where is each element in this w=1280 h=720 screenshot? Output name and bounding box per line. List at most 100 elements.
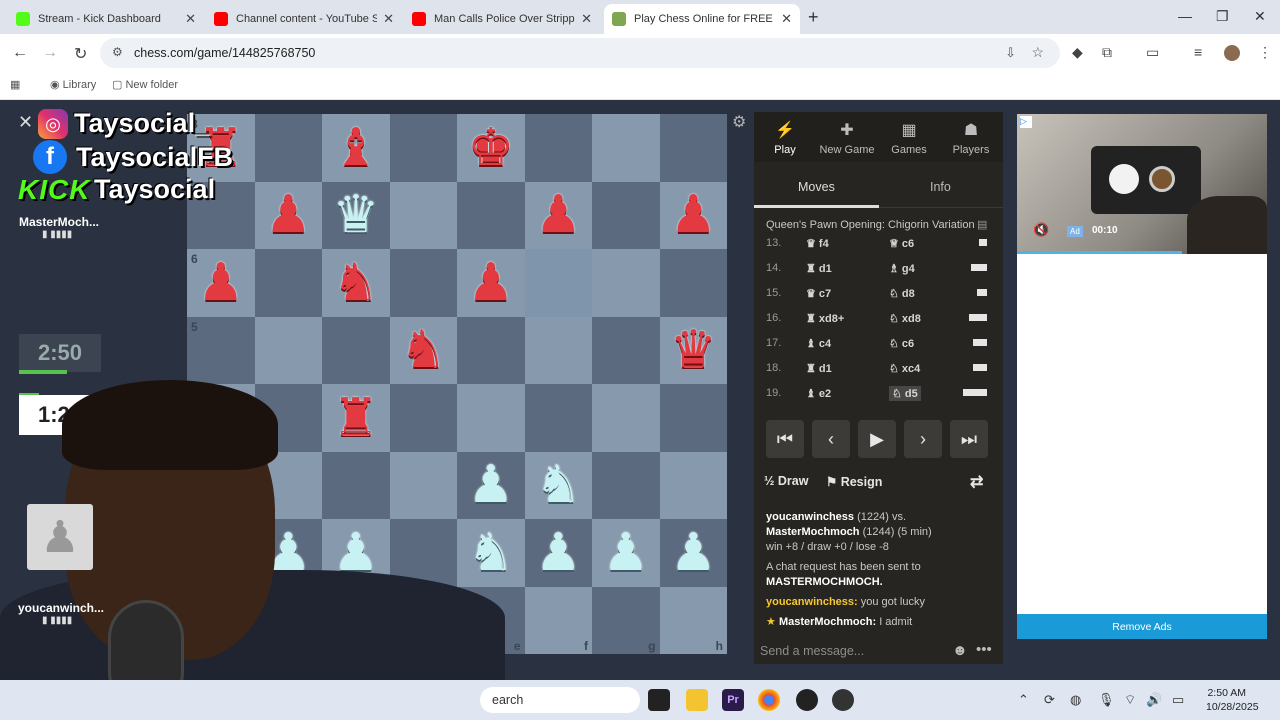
black-move[interactable]: ♕ c6	[889, 237, 914, 250]
book-icon[interactable]: ▤	[977, 218, 987, 231]
tab-youtube-video[interactable]: Man Calls Police Over Strippers ✕	[404, 4, 600, 34]
board-square[interactable]: ♛	[659, 316, 727, 384]
media-icon[interactable]: ≡	[1194, 44, 1202, 60]
white-move[interactable]: ♜ d1	[806, 362, 832, 375]
last-move-button[interactable]: ⏭	[950, 420, 988, 458]
board-square[interactable]	[389, 114, 457, 182]
battery-icon[interactable]: ▭	[1172, 692, 1184, 708]
star-icon[interactable]: ☆	[1031, 44, 1044, 61]
menu-icon[interactable]: ⋮	[1258, 44, 1272, 61]
bottom-player-name[interactable]: youcanwinch...	[18, 601, 104, 615]
obs-icon[interactable]	[796, 689, 818, 711]
black-pawn-icon[interactable]: ♟	[535, 189, 582, 241]
board-square[interactable]	[457, 316, 525, 384]
board-square[interactable]	[592, 316, 660, 384]
board-square[interactable]	[592, 181, 660, 249]
url-box[interactable]: ⚙ chess.com/game/144825768750 ⇩ ☆	[100, 38, 1060, 68]
board-square[interactable]	[592, 384, 660, 452]
white-move[interactable]: ♜ d1	[806, 262, 832, 275]
close-icon[interactable]: ✕	[383, 11, 394, 27]
new-tab-button[interactable]: +	[808, 7, 819, 28]
black-knight-icon[interactable]: ♞	[332, 257, 379, 309]
forward-icon[interactable]: →	[42, 44, 58, 62]
black-move[interactable]: ♗ g4	[889, 262, 915, 275]
previous-move-button[interactable]: ‹	[812, 420, 850, 458]
black-pawn-icon[interactable]: ♟	[197, 257, 244, 309]
ad-panel[interactable]: ▷ 🔇 Ad 00:10	[1017, 114, 1267, 639]
board-square[interactable]	[457, 181, 525, 249]
board-square[interactable]: ♟	[524, 181, 592, 249]
white-knight-icon[interactable]: ♞	[535, 459, 582, 511]
remove-ads-button[interactable]: Remove Ads	[1017, 614, 1267, 639]
black-pawn-icon[interactable]: ♟	[670, 189, 717, 241]
mute-icon[interactable]: 🔇	[1033, 222, 1049, 238]
file-icon[interactable]	[648, 689, 670, 711]
black-pawn-icon[interactable]: ♟	[265, 189, 312, 241]
ad-video[interactable]: ▷ 🔇 Ad 00:10	[1017, 114, 1267, 254]
board-square[interactable]: ♟	[659, 519, 727, 587]
maximize-button[interactable]: ❐	[1216, 8, 1229, 25]
install-icon[interactable]: ⇩	[1005, 45, 1016, 61]
tab-info[interactable]: Info	[930, 180, 951, 194]
bookmark-library[interactable]: ◉ Library	[50, 78, 96, 91]
tab-new-game[interactable]: ✚ New Game	[816, 120, 878, 156]
tab-play[interactable]: ⚡ Play	[754, 120, 816, 156]
chat-input[interactable]: Send a message... ☻ •••	[754, 638, 1003, 664]
board-square[interactable]: ♝	[322, 114, 390, 182]
board-square[interactable]	[524, 316, 592, 384]
avatar[interactable]	[1224, 45, 1240, 61]
board-square[interactable]	[524, 249, 592, 317]
sidepanel-icon[interactable]: ▭	[1146, 44, 1159, 61]
board-square[interactable]: 5	[187, 316, 255, 384]
black-move[interactable]: ♘ d5	[889, 386, 921, 401]
board-square[interactable]	[659, 384, 727, 452]
board-square[interactable]: ♟	[659, 181, 727, 249]
board-square[interactable]	[254, 316, 322, 384]
bookmark-new-folder[interactable]: ▢ New folder	[112, 78, 178, 91]
board-square[interactable]	[322, 316, 390, 384]
folder-icon[interactable]	[686, 689, 708, 711]
black-move[interactable]: ♘ c6	[889, 337, 914, 350]
board-square[interactable]: h	[659, 586, 727, 654]
adchoices-icon[interactable]: ▷	[1020, 116, 1032, 128]
board-square[interactable]	[659, 114, 727, 182]
puzzle-icon[interactable]: ⧉	[1102, 44, 1112, 61]
board-square[interactable]	[592, 249, 660, 317]
taskbar-search[interactable]: earch	[480, 687, 640, 713]
minimize-button[interactable]: —	[1178, 8, 1192, 24]
board-square[interactable]: ♟	[254, 181, 322, 249]
board-square[interactable]: ♟ 6	[187, 249, 255, 317]
board-square[interactable]	[254, 249, 322, 317]
black-queen-icon[interactable]: ♛	[670, 324, 717, 376]
tab-players[interactable]: ☗ Players	[940, 120, 1002, 156]
play-button[interactable]: ▶	[858, 420, 896, 458]
tab-games[interactable]: ▦ Games	[878, 120, 940, 156]
chrome-icon[interactable]	[758, 689, 780, 711]
reload-icon[interactable]: ↻	[74, 44, 87, 64]
black-move[interactable]: ♘ xd8	[889, 312, 921, 325]
board-square[interactable]	[254, 114, 322, 182]
tab-moves[interactable]: Moves	[798, 180, 835, 194]
white-queen-icon[interactable]: ♛	[332, 189, 379, 241]
board-square[interactable]: ♟	[592, 519, 660, 587]
resign-button[interactable]: ⚑ Resign	[826, 474, 882, 489]
extension-icon[interactable]: ◆	[1072, 44, 1083, 61]
board-square[interactable]: g	[592, 586, 660, 654]
close-window-button[interactable]: ✕	[1254, 8, 1266, 25]
mic-icon[interactable]: 🎙	[1098, 692, 1115, 708]
black-bishop-icon[interactable]: ♝	[332, 122, 379, 174]
board-square[interactable]	[524, 114, 592, 182]
board-square[interactable]: ♞	[389, 316, 457, 384]
network-icon[interactable]: ◍	[1070, 692, 1081, 708]
board-square[interactable]	[659, 249, 727, 317]
white-move[interactable]: ♝ e2	[806, 387, 831, 400]
board-square[interactable]: f	[524, 586, 592, 654]
top-player-name[interactable]: MasterMoch...	[19, 215, 99, 229]
black-knight-icon[interactable]: ♞	[400, 324, 447, 376]
board-square[interactable]: ♞	[322, 249, 390, 317]
tab-kick[interactable]: Stream - Kick Dashboard ✕	[8, 4, 204, 34]
bottom-player-avatar[interactable]: ♟	[27, 504, 93, 570]
board-square[interactable]	[389, 249, 457, 317]
chevron-up-icon[interactable]: ⌃	[1018, 692, 1029, 708]
white-move[interactable]: ♜ xd8+	[806, 312, 844, 325]
